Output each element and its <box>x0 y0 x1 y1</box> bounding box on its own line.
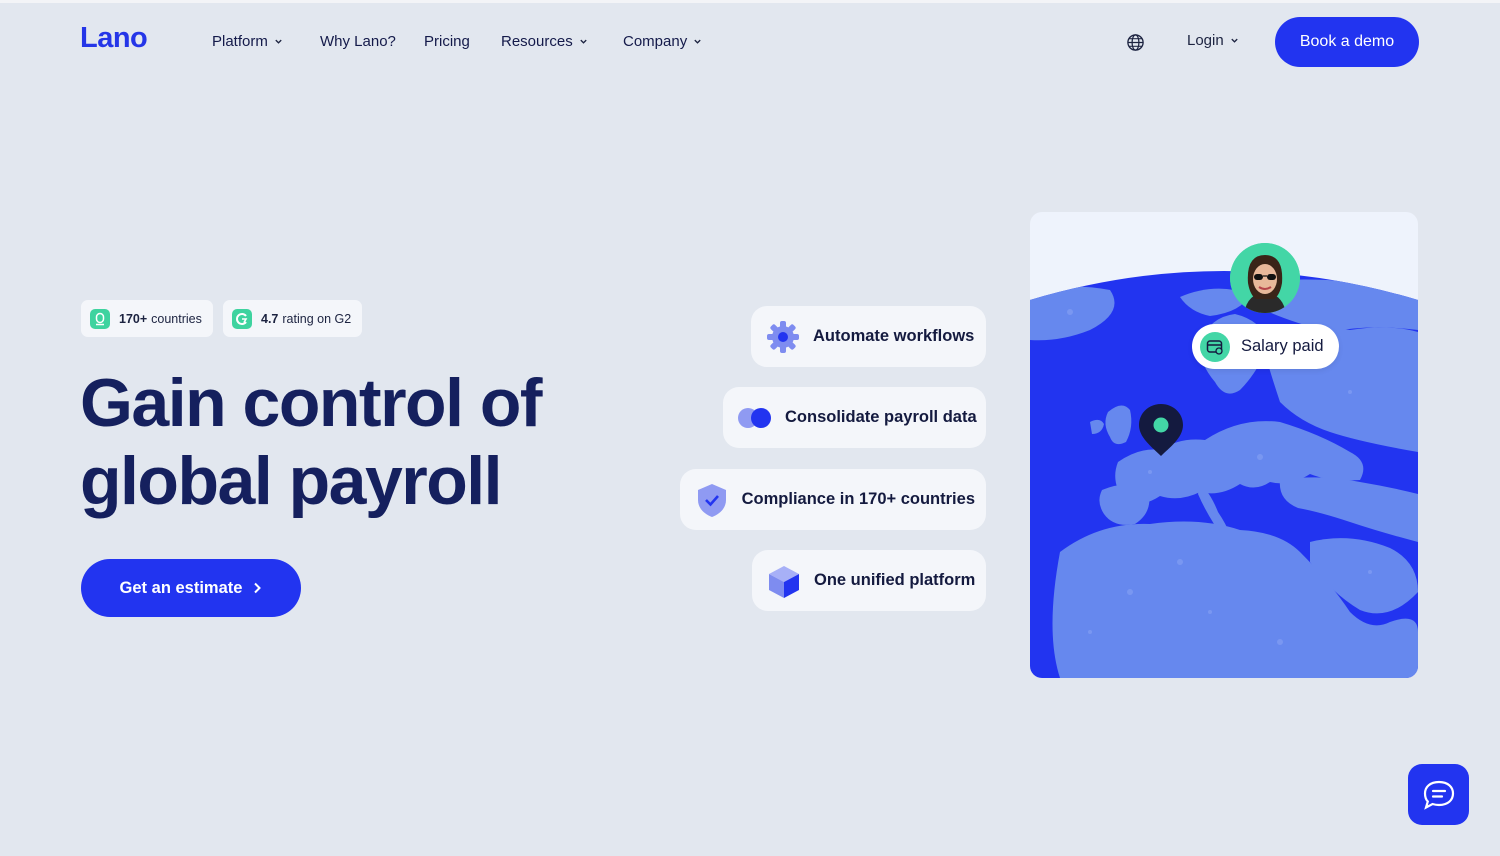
salary-paid-notification: Salary paid <box>1192 324 1339 369</box>
nav-platform[interactable]: Platform <box>212 33 283 50</box>
chevron-right-icon <box>254 582 262 594</box>
chevron-down-icon <box>580 39 587 44</box>
nav-resources-label: Resources <box>501 33 573 50</box>
g2-icon <box>232 308 252 329</box>
nav-company-label: Company <box>623 33 688 50</box>
employee-avatar <box>1230 243 1300 313</box>
feature-automate-label: Automate workflows <box>813 327 975 345</box>
card-icon <box>1200 331 1230 362</box>
countries-badge: 170+ countries <box>81 300 213 337</box>
nav-why-lano-label: Why Lano? <box>320 33 396 50</box>
toggle-icon <box>737 400 773 436</box>
world-map-card <box>1030 212 1418 678</box>
hero-headline: Gain control of global payroll <box>80 364 543 520</box>
chat-icon <box>1423 780 1454 810</box>
nav-company[interactable]: Company <box>623 33 702 50</box>
get-estimate-button[interactable]: Get an estimate <box>81 559 301 617</box>
shield-check-icon <box>694 482 730 518</box>
nav-pricing-label: Pricing <box>424 33 470 50</box>
nav-pricing[interactable]: Pricing <box>424 33 470 50</box>
feature-compliance-label: Compliance in 170+ countries <box>741 490 975 508</box>
nav-platform-label: Platform <box>212 33 268 50</box>
chevron-down-icon <box>275 39 282 44</box>
globe-icon[interactable] <box>1126 33 1145 52</box>
headline-line-2: global payroll <box>80 443 503 519</box>
feature-consolidate-payroll: Consolidate payroll data <box>723 387 986 448</box>
gear-icon <box>765 319 801 355</box>
salary-paid-label: Salary paid <box>1241 337 1324 355</box>
countries-badge-text: countries <box>151 311 202 326</box>
location-icon <box>90 308 110 329</box>
feature-consolidate-label: Consolidate payroll data <box>785 408 977 426</box>
top-border <box>0 0 1500 3</box>
feature-compliance: Compliance in 170+ countries <box>680 469 986 530</box>
lano-logo[interactable]: Lano <box>80 22 148 55</box>
cube-icon <box>766 563 802 599</box>
globe-map-illustration <box>1030 271 1418 678</box>
chat-button[interactable] <box>1408 764 1469 825</box>
feature-unified-platform: One unified platform <box>752 550 986 611</box>
nav-why-lano[interactable]: Why Lano? <box>320 33 396 50</box>
countries-badge-value: 170+ <box>119 311 148 326</box>
get-estimate-label: Get an estimate <box>119 578 243 597</box>
login-dropdown[interactable]: Login <box>1187 32 1239 49</box>
g2-rating-badge: 4.7 rating on G2 <box>223 300 362 337</box>
map-pin-icon <box>1139 404 1183 456</box>
chevron-down-icon <box>694 39 701 44</box>
chevron-down-icon <box>1231 38 1238 43</box>
headline-line-1: Gain control of <box>80 365 543 441</box>
g2-rating-value: 4.7 <box>261 311 279 326</box>
feature-automate-workflows: Automate workflows <box>751 306 986 367</box>
login-label: Login <box>1187 32 1224 49</box>
book-demo-button[interactable]: Book a demo <box>1275 17 1419 67</box>
nav-resources[interactable]: Resources <box>501 33 588 50</box>
feature-unified-label: One unified platform <box>814 571 976 589</box>
g2-rating-text: rating on G2 <box>282 311 352 326</box>
